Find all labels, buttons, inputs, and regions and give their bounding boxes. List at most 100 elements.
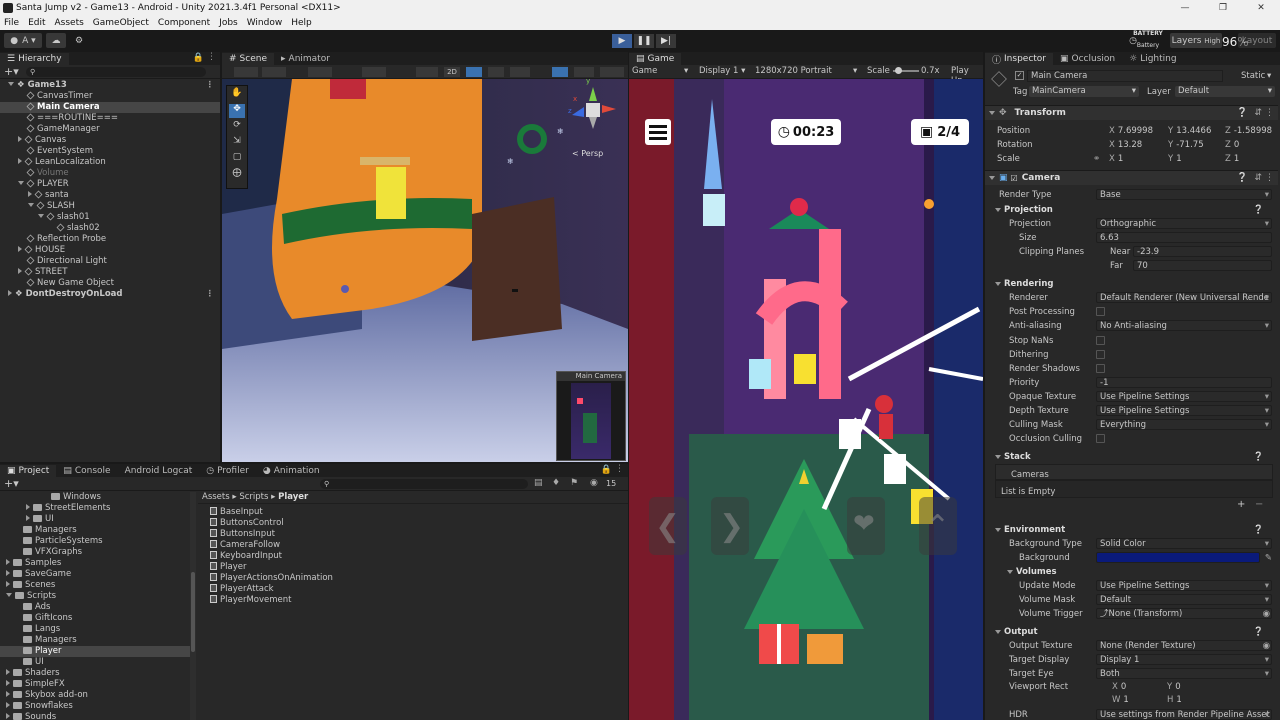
tab-hierarchy[interactable]: ☰ Hierarchy (0, 53, 69, 65)
fx-dropdown[interactable] (510, 67, 530, 77)
constrain-link-icon[interactable]: ⚭ (1093, 154, 1100, 164)
menu-window[interactable]: Window (247, 18, 283, 28)
folder-tree-item[interactable]: Skybox add-on (0, 690, 190, 701)
clip-near-field[interactable]: -23.9 (1133, 246, 1272, 257)
size-field[interactable]: 6.63 (1096, 232, 1272, 243)
position-z-field[interactable]: Z -1.58998 (1225, 126, 1272, 136)
expand-arrow-icon[interactable] (8, 82, 14, 86)
stack-remove-button[interactable]: − (1255, 499, 1263, 510)
folder-tree-item[interactable]: Shaders (0, 668, 190, 679)
menu-assets[interactable]: Assets (55, 18, 84, 28)
camera-dropdown[interactable] (574, 67, 594, 77)
position-y-field[interactable]: Y 13.4466 (1168, 126, 1211, 136)
clip-far-field[interactable]: 70 (1133, 260, 1272, 271)
tab-game[interactable]: ▤ Game (629, 53, 682, 65)
hierarchy-item[interactable]: ❖ Game13 ⋮ (0, 80, 220, 91)
menu-icon[interactable] (645, 119, 671, 145)
script-file-item[interactable]: PlayerActionsOnAnimation (198, 573, 628, 584)
target-display-field[interactable]: Display 1 (1096, 654, 1272, 665)
collapse-arrow-icon[interactable] (6, 669, 10, 675)
breadcrumb-player[interactable]: Player (278, 492, 308, 502)
collapse-arrow-icon[interactable] (28, 191, 32, 197)
hierarchy-item[interactable]: ❖ DontDestroyOnLoad ⋮ (0, 289, 220, 300)
collapse-arrow-icon[interactable] (18, 136, 22, 142)
folder-tree-item[interactable]: Managers (0, 635, 190, 646)
pivot-dropdown[interactable] (262, 67, 286, 77)
scale-z-field[interactable]: Z1 (1225, 154, 1239, 164)
folder-tree-item[interactable]: GiftIcons (0, 613, 190, 624)
shading-dropdown[interactable] (416, 67, 438, 77)
eyedropper-icon[interactable]: ✎ (1265, 553, 1272, 563)
script-file-item[interactable]: KeyboardInput (198, 551, 628, 562)
game-viewport[interactable]: ◷ 00:23 ▣ 2/4 ❮ ❯ ❤ ⌃ (629, 79, 983, 720)
scale-x-field[interactable]: X1 (1109, 154, 1123, 164)
transform-tool-icon[interactable]: ⨁ (229, 168, 245, 182)
position-x-field[interactable]: X 7.69998 (1109, 126, 1153, 136)
projection-field[interactable]: Orthographic (1096, 218, 1272, 229)
hierarchy-item[interactable]: LeanLocalization (0, 157, 220, 168)
priority-field[interactable]: -1 (1096, 377, 1272, 388)
tab-profiler[interactable]: ◷ Profiler (199, 465, 256, 477)
audio-toggle[interactable] (488, 67, 504, 77)
object-name-field[interactable]: Main Camera (1027, 70, 1223, 82)
layer-dropdown[interactable]: Default ▾ (1175, 86, 1275, 97)
hierarchy-item[interactable]: Volume (0, 168, 220, 179)
folder-tree-item[interactable]: Ads (0, 602, 190, 613)
vrect-y-field[interactable]: Y0 (1167, 682, 1181, 692)
menu-component[interactable]: Component (158, 18, 210, 28)
lighting-toggle[interactable] (466, 67, 482, 77)
rotation-z-field[interactable]: Z0 (1225, 140, 1239, 150)
project-search-input[interactable]: ⚲ (320, 479, 528, 489)
static-dropdown[interactable]: ▾ (1267, 71, 1271, 81)
output-texture-field[interactable]: None (Render Texture) (1096, 640, 1272, 651)
projection-section[interactable]: Projection ❔ (985, 203, 1278, 217)
right-arrow-icon[interactable]: ❯ (719, 509, 744, 544)
hdr-field[interactable]: Use settings from Render Pipeline Asset (1096, 709, 1272, 720)
hierarchy-item[interactable]: STREET (0, 267, 220, 278)
maximize-button[interactable]: ❐ (1204, 0, 1242, 16)
vrect-w-field[interactable]: W1 (1112, 695, 1129, 705)
collapse-arrow-icon[interactable] (26, 504, 30, 510)
hierarchy-item[interactable]: Main Camera (0, 102, 220, 113)
object-picker-icon[interactable]: ◉ (1263, 641, 1270, 651)
expand-arrow-icon[interactable] (18, 181, 24, 185)
hierarchy-item[interactable]: New Game Object (0, 278, 220, 289)
hierarchy-item[interactable]: Directional Light (0, 256, 220, 267)
perspective-label[interactable]: < Persp (572, 149, 603, 158)
toggle-2d-button[interactable]: 2D (444, 67, 460, 77)
scene-menu-icon[interactable]: ⋮ (206, 289, 215, 300)
hierarchy-item[interactable]: PLAYER (0, 179, 220, 190)
opaque-texture-field[interactable]: Use Pipeline Settings (1096, 391, 1272, 402)
vrect-x-field[interactable]: X0 (1112, 682, 1126, 692)
script-file-item[interactable]: BaseInput (198, 507, 628, 518)
tab-inspector[interactable]: ⓘ Inspector (985, 53, 1053, 66)
folder-tree-item[interactable]: Scripts (0, 591, 190, 602)
attack-button-icon[interactable]: ❤ (853, 509, 875, 539)
collapse-arrow-icon[interactable] (8, 290, 12, 296)
menu-gameobject[interactable]: GameObject (93, 18, 149, 28)
jump-arrow-icon[interactable]: ⌃ (925, 509, 950, 544)
collapse-arrow-icon[interactable] (18, 246, 22, 252)
hierarchy-item[interactable]: CanvasTimer (0, 91, 220, 102)
expand-arrow-icon[interactable] (38, 214, 44, 218)
tab-animation[interactable]: ◕ Animation (256, 465, 327, 477)
left-arrow-icon[interactable]: ❮ (655, 509, 680, 544)
scene-menu-icon[interactable]: ⋮ (206, 80, 215, 91)
display-dropdown[interactable]: Display 1 ▾ (699, 66, 745, 76)
section-help-icon[interactable]: ❔ (1253, 452, 1264, 462)
script-file-item[interactable]: ButtonsControl (198, 518, 628, 529)
grid-dropdown[interactable] (308, 67, 332, 77)
collapse-arrow-icon[interactable] (6, 691, 10, 697)
pause-button[interactable]: ❚❚ (634, 34, 654, 48)
hand-tool-icon[interactable]: ✋ (229, 88, 245, 102)
hierarchy-search-input[interactable]: ⚲ (26, 67, 206, 77)
expand-arrow-icon[interactable] (28, 203, 34, 207)
folder-tree-item[interactable]: SaveGame (0, 569, 190, 580)
collapse-arrow-icon[interactable] (26, 515, 30, 521)
active-checkbox[interactable]: ✓ (1015, 71, 1024, 80)
script-file-item[interactable]: CameraFollow (198, 540, 628, 551)
occlusion-culling-checkbox[interactable] (1096, 434, 1105, 443)
rect-tool-icon[interactable]: ▢ (229, 152, 245, 166)
section-help-icon[interactable]: ❔ (1253, 525, 1264, 535)
section-help-icon[interactable]: ❔ (1253, 205, 1264, 215)
